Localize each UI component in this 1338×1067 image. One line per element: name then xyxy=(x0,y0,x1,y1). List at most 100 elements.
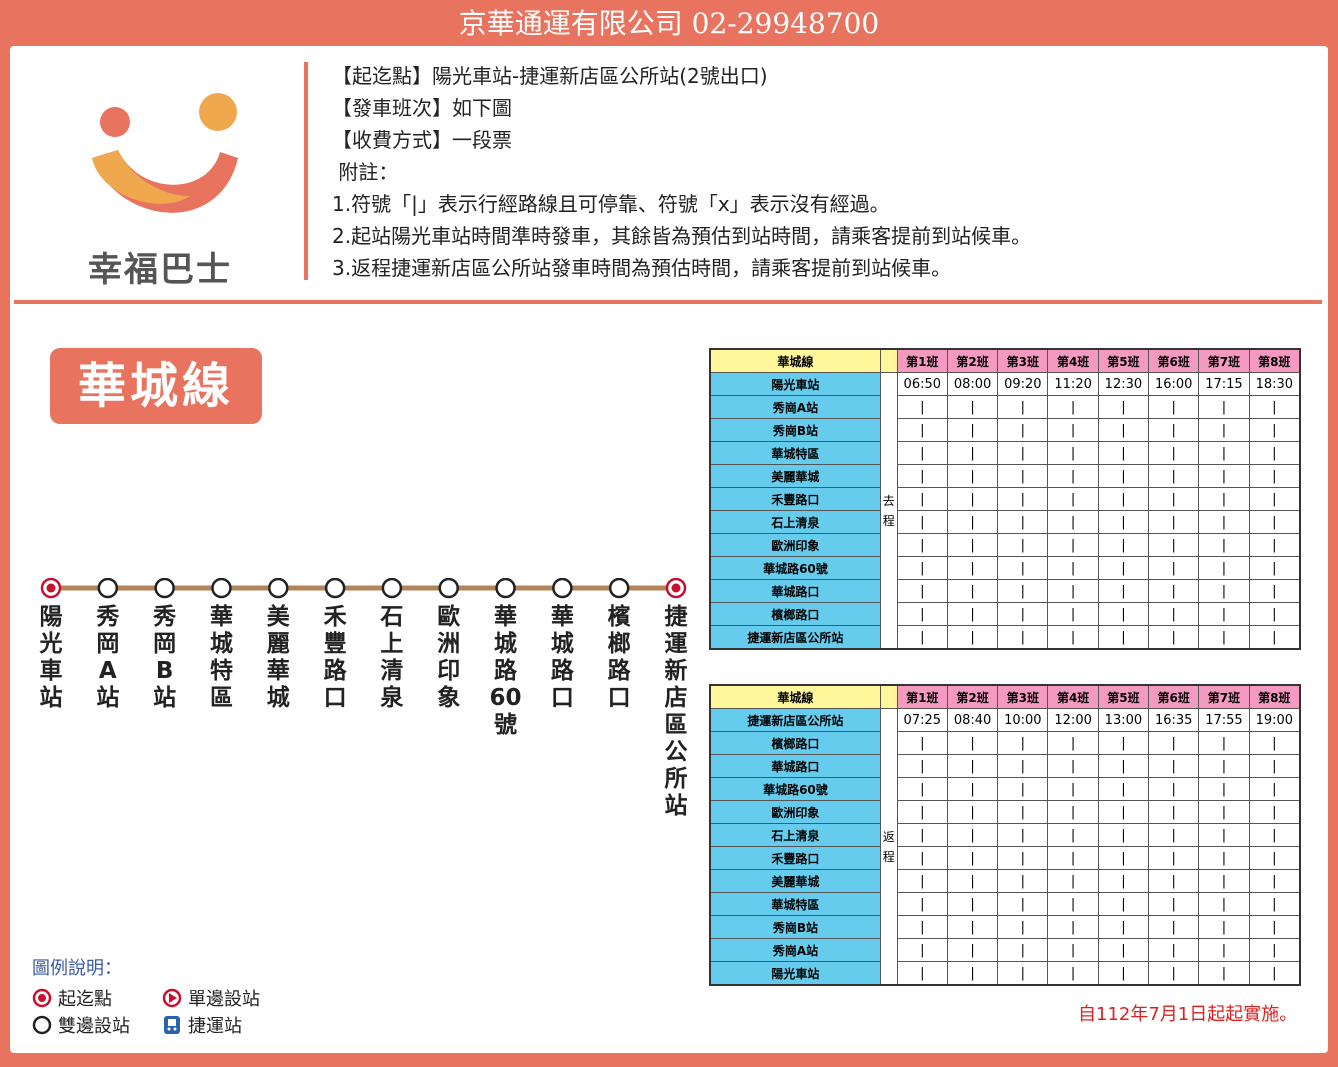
stop-mark: | xyxy=(896,961,948,986)
station-label: 歐洲印象 xyxy=(437,604,461,711)
stop-mark: | xyxy=(1047,533,1099,557)
departure-time: 19:00 xyxy=(1248,708,1301,732)
both-side-stop-icon xyxy=(381,578,403,599)
stop-mark: | xyxy=(1047,510,1099,534)
stop-name: 陽光車站 xyxy=(709,372,881,396)
table-row: 禾豐路口 | | | | | | | | xyxy=(709,846,1301,870)
stop-mark: | xyxy=(997,754,1049,778)
stop-mark: | xyxy=(946,487,999,511)
stop-name: 秀崗B站 xyxy=(709,915,881,939)
stop-name: 華城路口 xyxy=(709,754,881,778)
stop-mark: | xyxy=(1047,892,1099,916)
stop-mark: | xyxy=(1047,487,1099,511)
table-row: 秀崗B站 | | | | | | | | xyxy=(709,915,1301,939)
stop-mark: | xyxy=(896,777,948,801)
stop-mark: | xyxy=(1047,464,1099,488)
stop-mark: | xyxy=(1198,510,1250,534)
run-header: 第3班 xyxy=(997,684,1049,709)
stop-mark: | xyxy=(997,579,1049,603)
stop-mark: | xyxy=(1198,823,1250,847)
stop-mark: | xyxy=(997,938,1049,962)
stop-mark: | xyxy=(1047,800,1099,824)
run-header: 第7班 xyxy=(1198,348,1250,373)
stop-mark: | xyxy=(896,487,948,511)
departure-time: 07:25 xyxy=(896,708,948,732)
both-side-stop-icon xyxy=(268,578,289,599)
stop-mark: | xyxy=(997,441,1049,465)
stop-mark: | xyxy=(1198,915,1250,939)
stop-mark: | xyxy=(1198,777,1250,801)
departure-time: 06:50 xyxy=(896,372,948,396)
outbound-timetable: 華城線 第1班 第2班 第3班 第4班 第5班 第6班 第7班 第8班 陽光車站去程 06:50 08… xyxy=(709,348,1301,650)
stop-mark: | xyxy=(1248,800,1301,824)
stop-mark: | xyxy=(1198,533,1250,557)
departure-time: 12:30 xyxy=(1097,372,1150,396)
stop-mark: | xyxy=(946,579,999,603)
departure-time: 13:00 xyxy=(1097,708,1150,732)
table-row: 檳榔路口 | | | | | | | | xyxy=(709,731,1301,755)
stop-name: 秀崗A站 xyxy=(709,395,881,419)
stop-mark: | xyxy=(1198,800,1250,824)
departure-time: 17:55 xyxy=(1198,708,1250,732)
stop-mark: | xyxy=(1248,823,1301,847)
direction-label: 去程 xyxy=(879,372,898,650)
table-row: 秀崗B站 | | | | | | | | xyxy=(709,418,1301,442)
run-header: 第2班 xyxy=(946,348,999,373)
stop-mark: | xyxy=(896,915,948,939)
stop-mark: | xyxy=(946,602,999,626)
stop-mark: | xyxy=(896,800,948,824)
table-row: 捷運新店區公所站返程 07:25 08:40 10:00 12:00 13:00 16:35… xyxy=(709,708,1301,986)
stop-mark: | xyxy=(1097,754,1150,778)
stop-mark: | xyxy=(1248,915,1301,939)
stop-mark: | xyxy=(1248,556,1301,580)
stop-mark: | xyxy=(1198,487,1250,511)
stop-name: 禾豐路口 xyxy=(709,487,881,511)
stop-name: 歐洲印象 xyxy=(709,800,881,824)
stop-mark: | xyxy=(1248,961,1301,986)
stop-mark: | xyxy=(1097,533,1150,557)
stop-mark: | xyxy=(946,395,999,419)
timetable-header-blank xyxy=(879,684,898,709)
stop-mark: | xyxy=(1047,754,1099,778)
run-header: 第8班 xyxy=(1248,684,1301,709)
stop-name: 歐洲印象 xyxy=(709,533,881,557)
stop-mark: | xyxy=(1248,510,1301,534)
stop-mark: | xyxy=(1148,579,1200,603)
stop-name: 捷運新店區公所站 xyxy=(709,708,881,732)
stop-mark: | xyxy=(896,754,948,778)
table-row: 檳榔路口 | | | | | | | | xyxy=(709,602,1301,626)
stop-mark: | xyxy=(1097,464,1150,488)
departure-time: 12:00 xyxy=(1047,708,1099,732)
table-row: 捷運新店區公所站 | | | | | | | | xyxy=(709,625,1301,650)
stop-mark: | xyxy=(1097,800,1150,824)
terminal-stop-icon xyxy=(32,988,52,1007)
stop-mark: | xyxy=(1148,395,1200,419)
route-info: 【起迄點】陽光車站-捷運新店區公所站(2號出口) 【發車班次】如下圖 【收費方式… xyxy=(332,60,1031,284)
stop-mark: | xyxy=(1248,938,1301,962)
logo-text: 幸福巴士 xyxy=(88,250,232,290)
stop-name: 檳榔路口 xyxy=(709,731,881,755)
legend-title: 圖例說明： xyxy=(32,958,122,979)
stop-name: 陽光車站 xyxy=(709,961,881,986)
page-frame: 京華通運有限公司 02-29948700 幸福巴士 【起迄點】陽光車站-捷運新店… xyxy=(0,0,1338,1067)
stop-mark: | xyxy=(1148,915,1200,939)
stop-mark: | xyxy=(997,395,1049,419)
stop-mark: | xyxy=(1198,441,1250,465)
stop-mark: | xyxy=(896,533,948,557)
stop-mark: | xyxy=(1097,579,1150,603)
stop-mark: | xyxy=(896,938,948,962)
stop-mark: | xyxy=(1097,777,1150,801)
stop-mark: | xyxy=(1248,602,1301,626)
stop-name: 秀崗B站 xyxy=(709,418,881,442)
stop-mark: | xyxy=(1198,754,1250,778)
stop-mark: | xyxy=(1148,823,1200,847)
table-row: 陽光車站去程 06:50 08:00 09:20 11:20 12:30 16:00 17:1… xyxy=(709,372,1301,650)
stop-mark: | xyxy=(997,602,1049,626)
stop-mark: | xyxy=(1097,731,1150,755)
both-side-stop-icon xyxy=(32,1015,52,1034)
stop-mark: | xyxy=(946,464,999,488)
stop-mark: | xyxy=(1097,510,1150,534)
timetable-header-blank xyxy=(879,348,898,373)
stop-mark: | xyxy=(1148,869,1200,893)
stop-mark: | xyxy=(946,754,999,778)
